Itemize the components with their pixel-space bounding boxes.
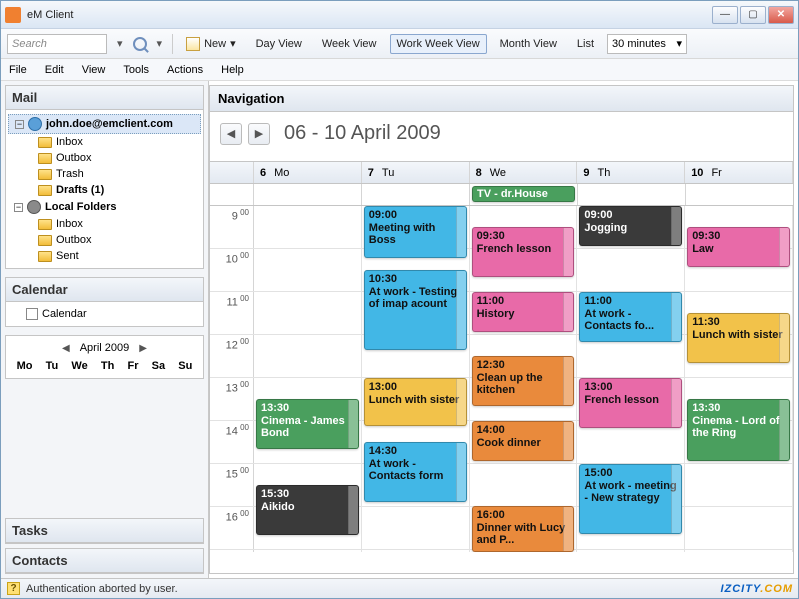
folder-icon	[38, 251, 52, 262]
menu-actions[interactable]: Actions	[167, 64, 203, 76]
search-dropdown[interactable]: ▾	[113, 37, 127, 50]
search-input[interactable]: Search	[7, 34, 107, 54]
event[interactable]: 12:30Clean up the kitchen	[472, 356, 575, 406]
local-sent[interactable]: Sent	[8, 248, 201, 264]
work-week-view-button[interactable]: Work Week View	[390, 34, 487, 54]
event[interactable]: 11:30Lunch with sister	[687, 313, 790, 363]
local-folders-row[interactable]: − Local Folders	[8, 198, 201, 216]
toolbar: Search ▾ ▾ New ▾ Day View Week View Work…	[1, 29, 798, 59]
folder-icon	[38, 235, 52, 246]
day-of-week-row: MoTuWeThFrSaSu	[6, 360, 203, 372]
day-header[interactable]: 7Tu	[362, 162, 470, 183]
prev-month-button[interactable]: ◀	[62, 343, 70, 354]
event[interactable]: 13:30Cinema - Lord of the Ring	[687, 399, 790, 461]
event[interactable]: 09:00Meeting with Boss	[364, 206, 467, 258]
menu-tools[interactable]: Tools	[123, 64, 149, 76]
local-outbox[interactable]: Outbox	[8, 232, 201, 248]
date-picker[interactable]: ◀ April 2009 ▶ MoTuWeThFrSaSu	[5, 335, 204, 379]
folder-icon	[38, 185, 52, 196]
month-view-button[interactable]: Month View	[493, 34, 564, 54]
account-icon	[28, 117, 42, 131]
folder-icon	[38, 169, 52, 180]
folder-inbox[interactable]: Inbox	[8, 134, 201, 150]
day-header[interactable]: 8We	[470, 162, 578, 183]
date-range-label: 06 - 10 April 2009	[284, 122, 441, 145]
local-inbox[interactable]: Inbox	[8, 216, 201, 232]
day-view-button[interactable]: Day View	[249, 34, 309, 54]
menu-file[interactable]: File	[9, 64, 27, 76]
event[interactable]: 15:00At work - meeting - New strategy	[579, 464, 682, 534]
event[interactable]: 14:30At work - Contacts form	[364, 442, 467, 502]
day-header[interactable]: 10Fr	[685, 162, 793, 183]
folder-icon	[38, 153, 52, 164]
warning-icon: ?	[7, 582, 20, 595]
mail-panel-header[interactable]: Mail	[6, 86, 203, 110]
calendar-item[interactable]: Calendar	[8, 306, 201, 322]
local-icon	[27, 200, 41, 214]
folder-drafts[interactable]: Drafts (1)	[8, 182, 201, 198]
day-header[interactable]: 6Mo	[254, 162, 362, 183]
event[interactable]: 09:00Jogging	[579, 206, 682, 246]
maximize-button[interactable]: ▢	[740, 6, 766, 24]
search-options-dropdown[interactable]: ▾	[153, 37, 167, 50]
window-title: eM Client	[27, 9, 712, 21]
watermark: IZCITY.COM	[720, 576, 793, 597]
next-week-button[interactable]: ▶	[248, 123, 270, 145]
folder-outbox[interactable]: Outbox	[8, 150, 201, 166]
event[interactable]: 13:00French lesson	[579, 378, 682, 428]
new-icon	[186, 37, 200, 51]
sidebar: Mail − john.doe@emclient.com Inbox Outbo…	[1, 81, 209, 578]
event[interactable]: 09:30Law	[687, 227, 790, 267]
calendar-checkbox[interactable]	[26, 308, 38, 320]
collapse-icon[interactable]: −	[15, 120, 24, 129]
search-icon[interactable]	[133, 37, 147, 51]
folder-trash[interactable]: Trash	[8, 166, 201, 182]
menu-help[interactable]: Help	[221, 64, 244, 76]
new-button[interactable]: New ▾	[179, 33, 243, 55]
calendar-panel-header[interactable]: Calendar	[6, 278, 203, 302]
week-view-button[interactable]: Week View	[315, 34, 384, 54]
event[interactable]: 16:00Dinner with Lucy and P...	[472, 506, 575, 552]
event[interactable]: 10:30At work - Testing of imap acount	[364, 270, 467, 350]
event[interactable]: 14:00Cook dinner	[472, 421, 575, 461]
event[interactable]: 13:30Cinema - James Bond	[256, 399, 359, 449]
close-button[interactable]: ✕	[768, 6, 794, 24]
account-row[interactable]: − john.doe@emclient.com	[8, 114, 201, 134]
menubar: File Edit View Tools Actions Help	[1, 59, 798, 81]
duration-select[interactable]: 30 minutes▾	[607, 34, 687, 54]
contacts-panel-header[interactable]: Contacts	[6, 549, 203, 573]
event-allday[interactable]: TV - dr.House	[472, 186, 575, 202]
main-area: Navigation ◀ ▶ 06 - 10 April 2009 6Mo 7T…	[209, 85, 794, 574]
collapse-icon[interactable]: −	[14, 203, 23, 212]
titlebar: eM Client — ▢ ✕	[1, 1, 798, 29]
prev-week-button[interactable]: ◀	[220, 123, 242, 145]
folder-icon	[38, 219, 52, 230]
next-month-button[interactable]: ▶	[139, 343, 147, 354]
event[interactable]: 11:00History	[472, 292, 575, 332]
status-bar: ? Authentication aborted by user.	[1, 578, 798, 598]
navigation-header: Navigation	[210, 86, 793, 112]
calendar-grid[interactable]: 6Mo 7Tu 8We 9Th 10Fr TV - dr.House 9	[210, 161, 793, 573]
event[interactable]: 11:00At work - Contacts fo...	[579, 292, 682, 342]
event[interactable]: 15:30Aikido	[256, 485, 359, 535]
menu-view[interactable]: View	[82, 64, 106, 76]
tasks-panel-header[interactable]: Tasks	[6, 519, 203, 543]
event[interactable]: 09:30French lesson	[472, 227, 575, 277]
app-icon	[5, 7, 21, 23]
status-text: Authentication aborted by user.	[26, 583, 178, 595]
day-header[interactable]: 9Th	[577, 162, 685, 183]
folder-icon	[38, 137, 52, 148]
menu-edit[interactable]: Edit	[45, 64, 64, 76]
minimize-button[interactable]: —	[712, 6, 738, 24]
event[interactable]: 13:00Lunch with sister	[364, 378, 467, 426]
list-view-button[interactable]: List	[570, 34, 601, 54]
month-label: April 2009	[80, 342, 130, 354]
